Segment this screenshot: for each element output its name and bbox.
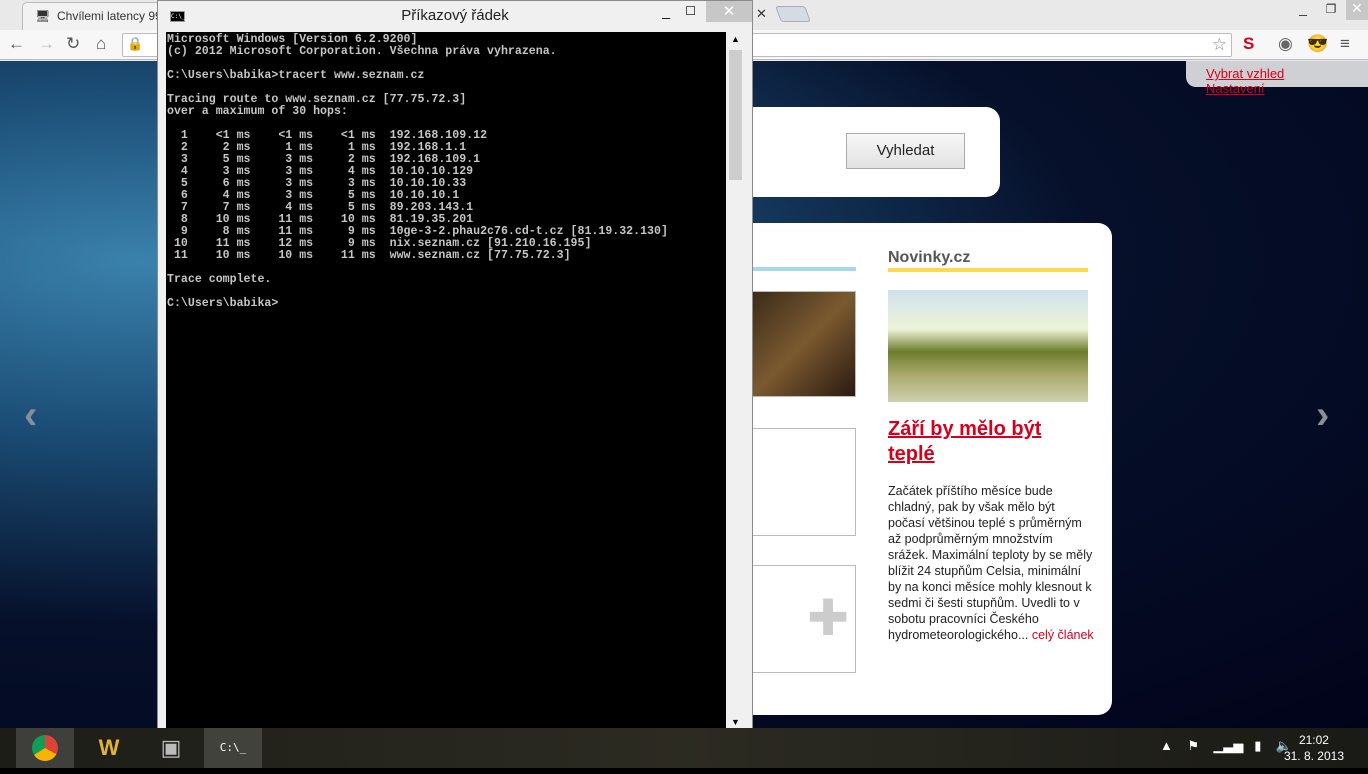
scrollbar-thumb[interactable] [729,50,742,180]
sunglasses-extension-icon[interactable]: 😎 [1307,34,1328,54]
scroll-down-icon[interactable]: ▼ [731,717,740,727]
cmd-close-button[interactable]: ✕ [706,1,752,22]
news-body: Začátek příštího měsíce bude chladný, pa… [888,483,1094,643]
tab-favicon-icon: 🖥 [35,9,51,23]
news-image[interactable] [888,290,1088,402]
clock[interactable]: 21:02 31. 8. 2013 [1284,732,1344,764]
battery-icon[interactable]: ▮ [1254,738,1261,753]
bookmark-star-icon[interactable]: ☆ [1212,35,1227,55]
console-line: C:\Users\babika>tracert www.seznam.cz [167,69,425,82]
reload-icon[interactable]: ↻ [66,34,80,54]
vertical-scrollbar[interactable]: ▲ ▼ [727,32,744,729]
news-headline[interactable]: Září by mělo být teplé [888,417,1088,467]
wow-taskbar-icon[interactable]: W [80,728,138,768]
console-line: C:\Users\babika> [167,297,279,310]
news-section-bar [888,268,1088,272]
search-panel: Vyhledat [740,107,1000,197]
content-card: ✚ Novinky.cz Září by mělo být teplé Začá… [740,223,1112,715]
console-line: Trace complete. [167,273,272,286]
cmd-taskbar-icon[interactable]: C:\_ [204,728,262,768]
page-thumbnail[interactable] [750,428,856,536]
seznam-extension-icon[interactable]: S [1243,34,1254,54]
cmd-maximize-button[interactable]: ☐ [685,4,696,18]
console-line: (c) 2012 Microsoft Corporation. Všechna … [167,45,557,58]
new-tab-button[interactable] [775,6,811,22]
console-line: over a maximum of 30 hops: [167,105,348,118]
cmd-minimize-button[interactable]: _ [662,3,670,19]
next-arrow-icon[interactable]: › [1316,393,1329,438]
news-body-text: Začátek příštího měsíce bude chladný, pa… [888,484,1093,642]
chrome-taskbar-icon[interactable] [16,728,74,768]
prev-arrow-icon[interactable]: ‹ [24,393,37,438]
console-output[interactable]: Microsoft Windows [Version 6.2.9200] (c) … [166,32,726,729]
flag-icon[interactable]: ⚑ [1187,738,1199,753]
read-more-link[interactable]: celý článek [1032,628,1094,642]
taskbar: W ▣ C:\_ ▲ ⚑ ▁▃▅ ▮ 🔈 21:02 31. 8. 2013 [0,728,1368,768]
command-prompt-window: C:\_ Příkazový řádek _ ☐ ✕ Microsoft Win… [157,0,753,738]
add-thumbnail-icon[interactable]: ✚ [750,565,856,673]
back-icon[interactable]: ← [8,34,25,54]
scroll-up-icon[interactable]: ▲ [731,34,740,44]
lock-icon: 🔒 [127,36,144,51]
forward-icon[interactable]: → [38,34,55,54]
news-section-title[interactable]: Novinky.cz [888,249,970,267]
menu-icon[interactable]: ≡ [1340,34,1350,54]
restore-button[interactable]: ❐ [1317,2,1345,22]
minimize-button[interactable]: _ [1289,0,1317,20]
choose-theme-link[interactable]: Vybrat vzhled [1206,66,1284,81]
console-line: 11 10 ms 10 ms 11 ms www.seznam.cz [77.7… [167,249,571,262]
date: 31. 8. 2013 [1283,749,1344,763]
tab-close-icon[interactable]: ✕ [756,6,767,22]
extension-icon[interactable]: ◉ [1278,34,1293,54]
game-taskbar-icon[interactable]: ▣ [142,728,200,768]
search-button[interactable]: Vyhledat [846,133,965,169]
time: 21:02 [1298,733,1329,747]
home-icon[interactable]: ⌂ [96,34,106,54]
settings-link[interactable]: Nastavení [1206,81,1265,96]
top-links: Vybrat vzhled Nastavení [1186,61,1368,96]
section-bar [750,267,856,271]
close-button[interactable]: ✕ [1346,0,1368,20]
game-thumbnail[interactable] [750,291,856,397]
show-hidden-icons[interactable]: ▲ [1160,738,1173,753]
system-tray: ▲ ⚑ ▁▃▅ ▮ 🔈 [1160,738,1292,754]
network-icon[interactable]: ▁▃▅ [1213,738,1243,753]
